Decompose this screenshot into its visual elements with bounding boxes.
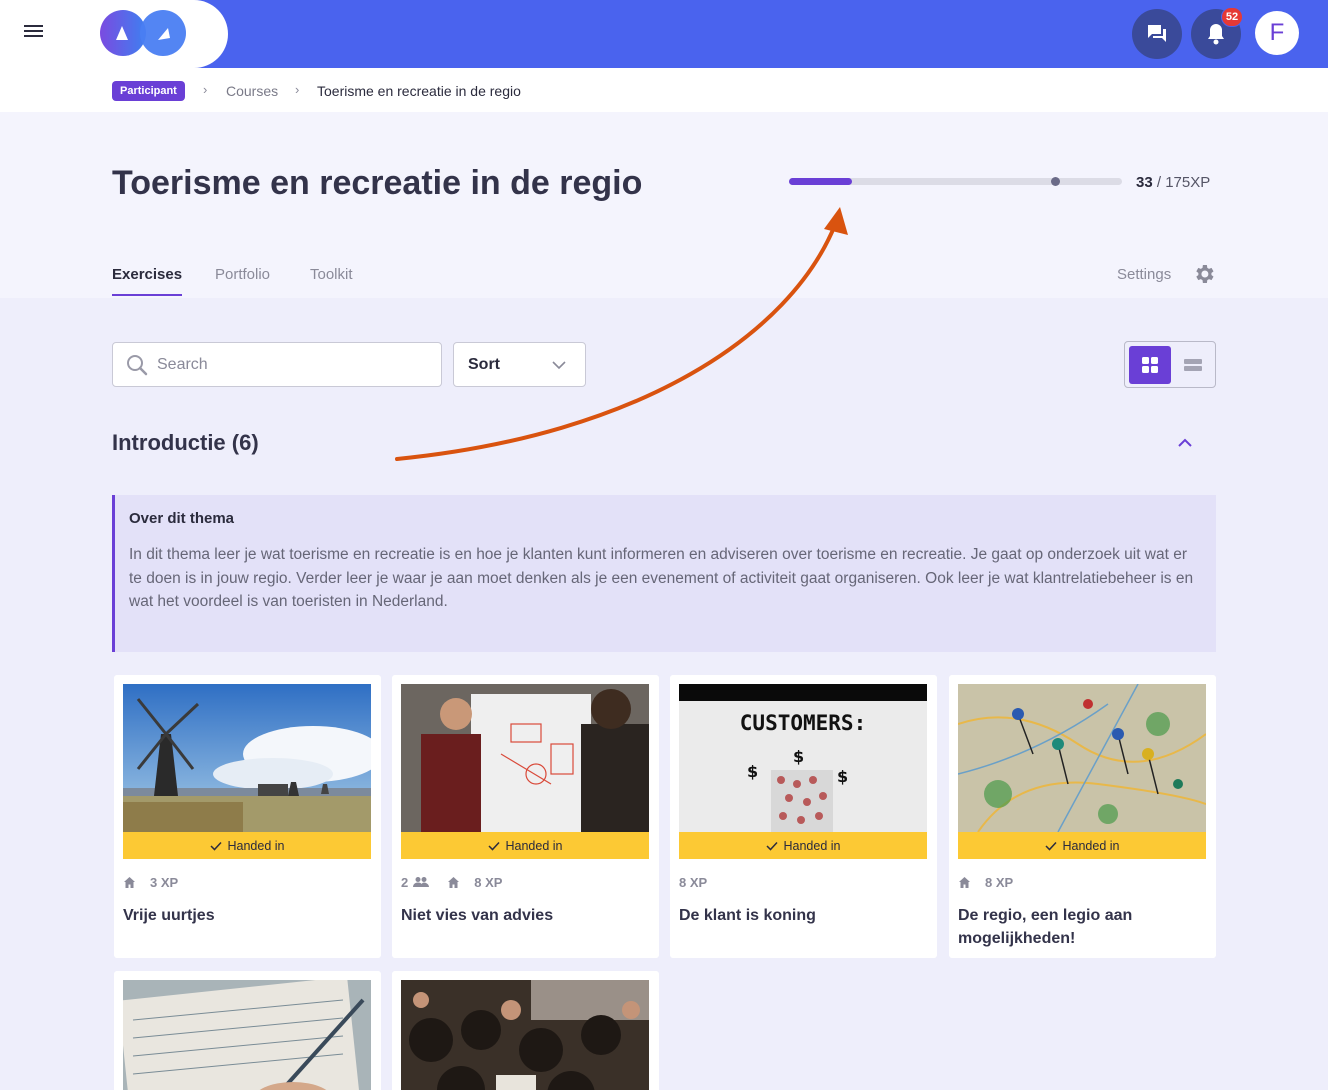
grid-view-button[interactable] (1129, 346, 1171, 384)
status-label: Handed in (227, 838, 285, 853)
card-image-map-pins (958, 684, 1206, 832)
xp-total: / 175XP (1152, 174, 1211, 191)
group-size: 2 (401, 874, 430, 890)
card-title: De klant is koning (679, 907, 816, 924)
svg-text:$: $ (793, 747, 804, 766)
search-icon (127, 355, 148, 376)
breadcrumb-courses-link[interactable]: Courses (226, 83, 278, 99)
top-bar: 52 F (0, 0, 1328, 68)
chat-button[interactable] (1132, 9, 1182, 59)
exercise-card[interactable]: CUSTOMERS: $ $ $ Handed in 8 XP De klant i… (670, 675, 937, 958)
card-image-writing (123, 980, 371, 1090)
xp-value: 8 XP (679, 874, 708, 890)
xp-counter: 33 / 175XP (1136, 174, 1210, 191)
status-label: Handed in (1062, 838, 1120, 853)
exercise-card[interactable] (114, 971, 381, 1090)
breadcrumb-current: Toerisme en recreatie in de regio (317, 83, 521, 99)
check-icon (1044, 841, 1057, 851)
xp-current: 33 (1136, 174, 1153, 191)
tab-toolkit[interactable]: Toolkit (310, 266, 353, 283)
status-handed-in: Handed in (958, 832, 1206, 859)
card-image-crowd (401, 980, 649, 1090)
active-tab-indicator (112, 294, 182, 296)
home-icon (124, 876, 135, 888)
exercise-card[interactable]: Handed in 3 XP Vrije uurtjes (114, 675, 381, 958)
xp-value: 8 XP (474, 874, 503, 890)
check-icon (765, 841, 778, 851)
user-avatar[interactable]: F (1255, 11, 1299, 55)
tab-portfolio[interactable]: Portfolio (215, 266, 270, 283)
list-view-button[interactable] (1173, 346, 1213, 384)
grid-icon (1142, 357, 1158, 373)
status-handed-in: Handed in (123, 832, 371, 859)
home-icon (959, 876, 970, 888)
card-image-customers: CUSTOMERS: $ $ $ (679, 684, 927, 832)
theme-info-box: Over dit thema In dit thema leer je wat … (112, 495, 1216, 652)
section-title: Introductie (6) (112, 430, 259, 455)
hamburger-menu-icon[interactable] (22, 22, 48, 46)
list-icon (1184, 359, 1202, 371)
chat-icon (1148, 25, 1166, 42)
card-title: Niet vies van advies (401, 907, 554, 924)
svg-text:$: $ (747, 762, 758, 781)
card-image-whiteboard (401, 684, 649, 832)
notification-count-badge: 52 (1221, 7, 1243, 27)
group-size-value: 2 (401, 874, 409, 890)
exercise-card[interactable]: Handed in 2 8 XP Niet vies van advies (392, 675, 659, 958)
card-image-windmills (123, 684, 371, 832)
check-icon (209, 841, 222, 851)
annotation-arrow (395, 207, 848, 461)
status-label: Handed in (783, 838, 841, 853)
xp-value: 8 XP (985, 874, 1014, 890)
bell-icon (1208, 24, 1224, 45)
chevron-up-icon[interactable] (1174, 432, 1196, 452)
status-label: Handed in (505, 838, 563, 853)
xp-progress-fill (789, 178, 852, 185)
exercise-card[interactable] (392, 971, 659, 1090)
card-title: De regio, een legio aan mogelijkheden! (958, 907, 1133, 947)
tab-exercises[interactable]: Exercises (112, 266, 182, 283)
status-handed-in: Handed in (679, 832, 927, 859)
card-title: Vrije uurtjes (123, 907, 215, 924)
svg-text:$: $ (837, 767, 848, 786)
xp-value: 3 XP (150, 874, 179, 890)
card-image-text: CUSTOMERS: (740, 711, 866, 735)
check-icon (487, 841, 500, 851)
gear-icon[interactable] (1192, 262, 1216, 286)
card-meta: 8 XP (958, 873, 1013, 891)
breadcrumb-separator-icon: › (203, 82, 208, 97)
group-icon (413, 877, 430, 887)
logo-area (0, 0, 228, 68)
app-logo[interactable] (100, 10, 188, 56)
card-meta: 3 XP (123, 873, 178, 891)
exercise-card[interactable]: Handed in 8 XP De regio, een legio aan m… (949, 675, 1216, 958)
xp-milestone-marker (1051, 177, 1061, 186)
info-title: Over dit thema (129, 510, 235, 527)
card-meta: 2 8 XP (401, 873, 502, 891)
settings-link[interactable]: Settings (1117, 266, 1171, 283)
notifications-button[interactable]: 52 (1191, 7, 1243, 59)
home-icon (448, 876, 460, 888)
info-text: In dit thema leer je wat toerisme en rec… (129, 546, 1194, 610)
role-badge: Participant (112, 81, 185, 101)
breadcrumb: Participant › Courses › Toerisme en recr… (0, 68, 1328, 112)
xp-progress-bar (789, 177, 1122, 186)
breadcrumb-separator-icon: › (295, 82, 300, 97)
status-handed-in: Handed in (401, 832, 649, 859)
view-toggle (1124, 341, 1216, 388)
card-meta: 8 XP (679, 873, 707, 891)
